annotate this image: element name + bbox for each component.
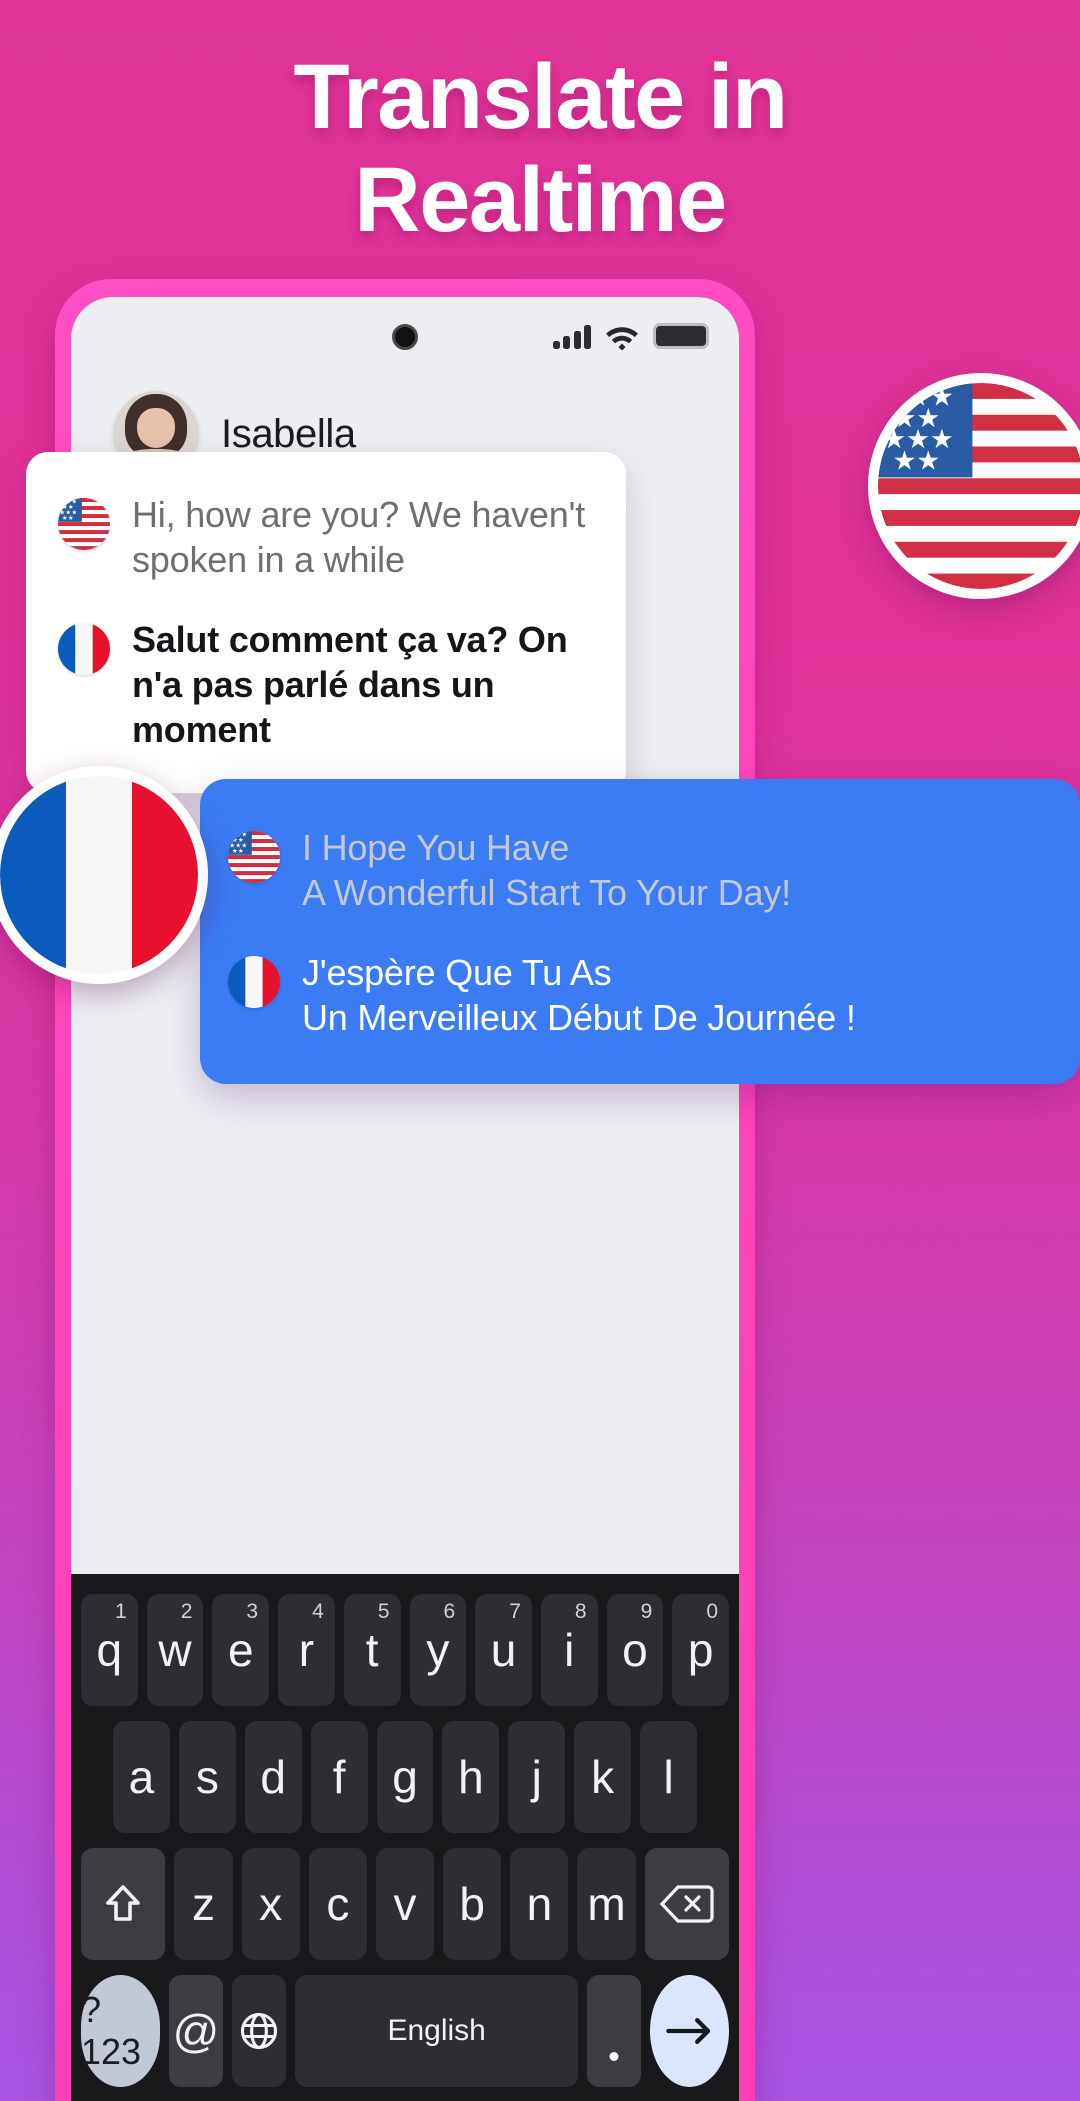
key-m[interactable]: m (577, 1848, 636, 1960)
at-key[interactable]: @ (168, 1975, 224, 2087)
key-f[interactable]: f (310, 1721, 368, 1833)
enter-key[interactable] (650, 1975, 729, 2087)
key-num: 7 (509, 1600, 521, 1623)
key-num: 4 (312, 1600, 324, 1623)
key-n[interactable]: n (510, 1848, 569, 1960)
svg-text:★★: ★★ (232, 847, 244, 855)
key-j[interactable]: j (508, 1721, 566, 1833)
key-t[interactable]: 5t (343, 1594, 401, 1706)
wifi-icon (605, 324, 639, 351)
key-w[interactable]: 2w (146, 1594, 204, 1706)
space-key[interactable]: English (295, 1975, 578, 2087)
us-flag-icon: ★★★ ★★ ★★★ ★★ (58, 498, 110, 550)
message-target-line: Salut comment ça va? On n'a pas parlé da… (58, 617, 592, 753)
headline-line-2: Realtime (354, 149, 727, 252)
keyboard: 1q 2w 3e 4r 5t 6y 7u 8i 9o 0p a s d f g … (71, 1574, 739, 2101)
key-y[interactable]: 6y (409, 1594, 467, 1706)
key-a[interactable]: a (113, 1721, 170, 1833)
message-source-line-1: I Hope You Have (302, 827, 570, 868)
key-v[interactable]: v (375, 1848, 435, 1960)
key-label: i (564, 1624, 575, 1676)
key-p[interactable]: 0p (672, 1594, 730, 1706)
keyboard-row-3: z x c v b n m (80, 1848, 730, 1960)
key-b[interactable]: b (443, 1848, 502, 1960)
key-num: 0 (706, 1600, 719, 1623)
key-label: o (622, 1624, 648, 1676)
us-flag-badge[interactable]: ★★★ ★★ ★★★ ★★ (868, 373, 1080, 599)
fr-flag-icon (228, 955, 280, 1008)
key-h[interactable]: h (442, 1721, 500, 1833)
key-label: r (298, 1624, 315, 1676)
key-d[interactable]: d (244, 1721, 302, 1833)
key-num: 1 (115, 1600, 127, 1623)
key-k[interactable]: k (574, 1721, 632, 1833)
key-q[interactable]: 1q (80, 1594, 138, 1706)
key-i[interactable]: 8i (540, 1594, 598, 1706)
message-target-line-2: Un Merveilleux Début De Journée ! (302, 997, 856, 1039)
key-label: p (687, 1624, 714, 1676)
key-o[interactable]: 9o (606, 1594, 664, 1706)
message-target-text: Salut comment ça va? On n'a pas parlé da… (132, 618, 568, 751)
svg-text:★★: ★★ (62, 514, 74, 522)
key-label: w (158, 1624, 192, 1676)
fr-flag-badge[interactable] (0, 766, 208, 984)
key-e[interactable]: 3e (212, 1594, 270, 1706)
key-label: u (490, 1624, 517, 1676)
keyboard-row-1: 1q 2w 3e 4r 5t 6y 7u 8i 9o 0p (80, 1594, 730, 1706)
symbols-key[interactable]: ?123 (81, 1975, 160, 2087)
page-title: Translate in Realtime (0, 46, 1080, 252)
shift-icon[interactable] (80, 1848, 166, 1960)
key-num: 9 (640, 1600, 653, 1623)
camera-dot-icon (392, 324, 418, 350)
key-l[interactable]: l (640, 1721, 698, 1833)
svg-text:★★: ★★ (893, 446, 941, 476)
battery-icon (653, 323, 709, 349)
backspace-icon[interactable] (644, 1848, 730, 1960)
key-g[interactable]: g (376, 1721, 434, 1833)
key-r[interactable]: 4r (278, 1594, 335, 1706)
key-label: t (365, 1624, 379, 1676)
message-source-line-2: A Wonderful Start To Your Day! (302, 872, 791, 914)
contact-name: Isabella (221, 411, 356, 456)
message-target-line: J'espère Que Tu As Un Merveilleux Début … (228, 950, 1044, 1041)
key-num: 8 (574, 1600, 587, 1623)
message-target-text: J'espère Que Tu As Un Merveilleux Début … (302, 950, 856, 1041)
key-label: e (227, 1624, 254, 1676)
keyboard-row-2: a s d f g h j k l (81, 1721, 729, 1833)
message-target-line-1: J'espère Que Tu As (302, 951, 612, 993)
status-bar (71, 297, 739, 375)
message-source-line: ★★★ ★★ ★★★ ★★ I Hope You Have A Wonderful … (228, 825, 1044, 916)
key-x[interactable]: x (241, 1848, 300, 1960)
message-source-text: I Hope You Have A Wonderful Start To You… (302, 825, 791, 916)
us-flag-icon: ★★★ ★★ ★★★ ★★ (228, 831, 280, 883)
key-s[interactable]: s (178, 1721, 236, 1833)
message-source-line: ★★★ ★★ ★★★ ★★ Hi, how are you? We haven't … (58, 492, 592, 583)
key-z[interactable]: z (174, 1848, 233, 1960)
message-source-text: Hi, how are you? We haven't spoken in a … (132, 494, 586, 581)
message-bubble-outgoing[interactable]: ★★★ ★★ ★★★ ★★ I Hope You Have A Wonderful … (200, 779, 1080, 1085)
key-u[interactable]: 7u (475, 1594, 532, 1706)
globe-icon[interactable] (232, 1975, 287, 2087)
key-label: q (96, 1624, 123, 1676)
key-num: 5 (377, 1600, 390, 1623)
key-num: 6 (443, 1600, 456, 1623)
period-key[interactable] (586, 1975, 642, 2087)
key-c[interactable]: c (308, 1848, 367, 1960)
signal-icon (552, 324, 591, 349)
key-label: y (426, 1624, 450, 1676)
key-num: 3 (246, 1600, 259, 1623)
keyboard-row-4: ?123 @ English (81, 1975, 729, 2087)
status-icons (552, 323, 709, 351)
fr-flag-icon (58, 622, 110, 675)
headline-line-1: Translate in (293, 46, 788, 148)
key-num: 2 (180, 1600, 193, 1623)
message-bubble-incoming[interactable]: ★★★ ★★ ★★★ ★★ Hi, how are you? We haven't … (26, 452, 626, 793)
